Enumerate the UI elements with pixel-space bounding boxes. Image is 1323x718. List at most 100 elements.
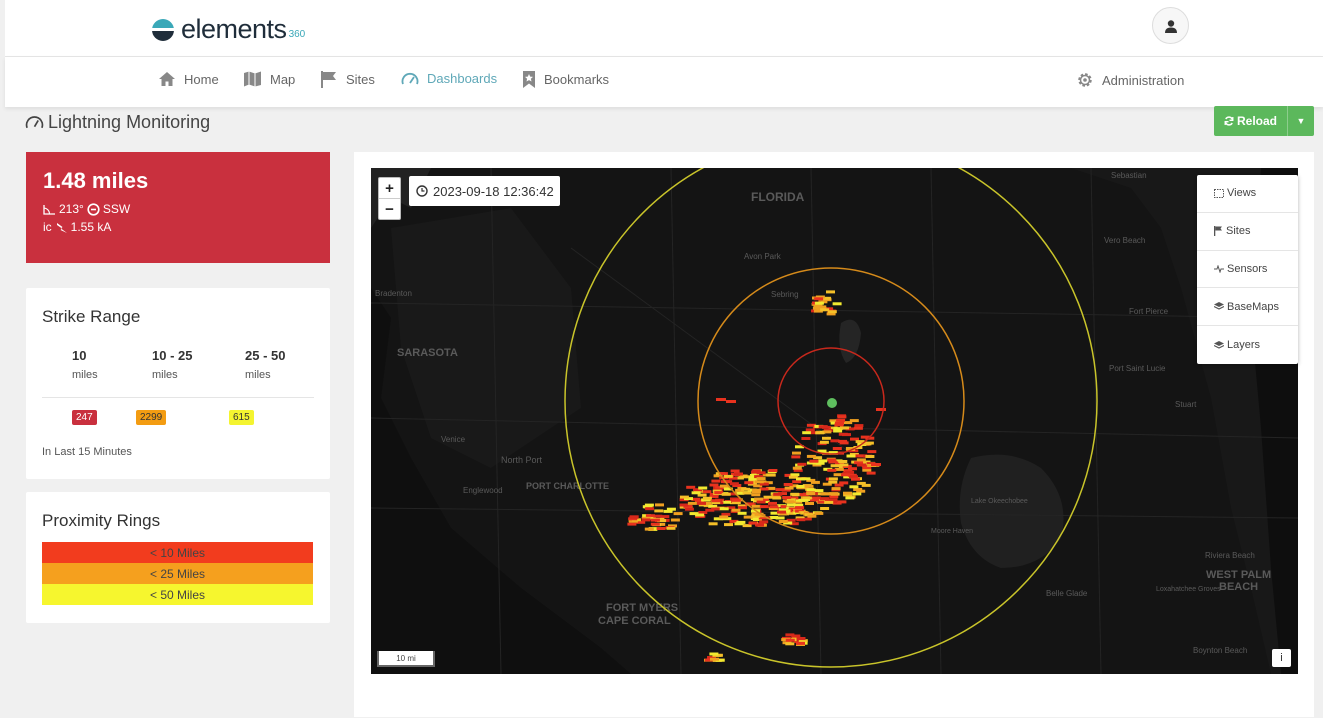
time-window-note: In Last 15 Minutes xyxy=(42,446,132,458)
nav-bookmarks[interactable]: Bookmarks xyxy=(522,71,609,88)
strike-marker xyxy=(759,520,769,524)
bookmark-icon xyxy=(523,71,535,88)
panel-views[interactable]: Views xyxy=(1197,175,1298,213)
nav-sites[interactable]: Sites xyxy=(320,71,375,88)
nav-administration-label: Administration xyxy=(1102,72,1185,88)
strike-marker xyxy=(708,522,718,526)
strike-marker xyxy=(627,522,637,526)
strike-marker xyxy=(641,518,651,522)
count-badge-25-50: 615 xyxy=(229,410,254,425)
nav-home[interactable]: Home xyxy=(158,71,219,87)
strike-marker xyxy=(679,495,689,499)
place-label: Lake Okeechobee xyxy=(971,498,1028,505)
layers-icon xyxy=(1214,340,1224,349)
strike-marker xyxy=(734,472,743,476)
strike-marker xyxy=(831,487,841,491)
map-attribution-button[interactable]: i xyxy=(1272,649,1291,667)
main-nav: Home Map Sites Dashboards Bookmarks Admi… xyxy=(5,57,1323,107)
strike-range-card: Strike Range 10 miles 10 - 25 miles 25 -… xyxy=(26,288,330,479)
panel-sensors[interactable]: Sensors xyxy=(1197,251,1298,289)
strike-marker xyxy=(828,477,838,481)
strike-marker xyxy=(807,514,817,518)
strike-marker xyxy=(801,437,811,440)
strike-marker xyxy=(756,471,766,475)
reload-button[interactable]: Reload xyxy=(1214,106,1288,136)
nav-administration[interactable]: Administration xyxy=(1076,71,1184,89)
brand-logo[interactable]: elements 360 xyxy=(152,14,305,45)
strike-marker xyxy=(822,436,831,440)
strike-marker xyxy=(731,508,741,512)
strike-marker xyxy=(729,482,739,486)
strike-marker xyxy=(778,520,788,523)
panel-sites[interactable]: Sites xyxy=(1197,213,1298,251)
brand-name: elements xyxy=(181,14,287,44)
strike-marker xyxy=(838,432,848,436)
strike-marker xyxy=(710,657,719,661)
strike-marker xyxy=(796,485,806,488)
strike-marker xyxy=(792,466,802,470)
strike-marker xyxy=(856,489,866,493)
strike-marker xyxy=(865,455,875,458)
panel-sensors-label: Sensors xyxy=(1227,262,1268,275)
strike-marker xyxy=(862,468,872,472)
strike-marker xyxy=(820,507,830,510)
strike-marker xyxy=(849,419,859,423)
strike-range-title: Strike Range xyxy=(42,307,141,326)
zoom-out-button[interactable]: − xyxy=(379,199,400,220)
panel-basemaps[interactable]: BaseMaps xyxy=(1197,288,1298,327)
gauge-icon xyxy=(25,116,44,129)
strike-marker xyxy=(796,637,806,640)
strike-marker xyxy=(846,454,856,458)
range-col-10-25: 10 - 25 miles xyxy=(152,348,192,381)
lightning-map[interactable]: FLORIDA Sebastian Avon Park Vero Beach S… xyxy=(371,168,1298,674)
place-label: Vero Beach xyxy=(1104,236,1145,245)
panel-layers-label: Layers xyxy=(1227,339,1261,352)
ring-legend-50: < 50 Miles xyxy=(42,584,313,605)
strike-marker xyxy=(840,426,849,430)
strike-distance: 1.48 miles xyxy=(43,168,149,193)
place-label: Belle Glade xyxy=(1046,589,1088,598)
strike-marker xyxy=(721,492,731,496)
strike-marker xyxy=(768,501,777,505)
nav-map[interactable]: Map xyxy=(243,71,295,87)
proximity-rings-title: Proximity Rings xyxy=(42,511,161,530)
zoom-in-button[interactable]: + xyxy=(379,178,400,199)
strike-marker xyxy=(791,455,801,459)
nav-home-label: Home xyxy=(184,71,219,87)
place-label: Port Saint Lucie xyxy=(1109,364,1166,373)
flag-icon xyxy=(1214,226,1222,237)
strike-marker xyxy=(702,490,712,494)
place-label: Sebastian xyxy=(1111,171,1147,180)
strike-marker xyxy=(806,454,816,458)
strike-marker xyxy=(711,507,721,511)
map-zoom-control: + − xyxy=(378,177,401,220)
strike-marker xyxy=(723,474,733,478)
strike-marker xyxy=(851,477,860,481)
strike-marker xyxy=(736,520,746,524)
place-label: PORT CHARLOTTE xyxy=(526,481,609,491)
strike-marker xyxy=(820,492,830,496)
strike-marker xyxy=(836,418,846,422)
strike-marker xyxy=(799,498,809,502)
site-marker[interactable] xyxy=(827,398,837,408)
strike-marker xyxy=(837,415,847,419)
nav-dashboards[interactable]: Dashboards xyxy=(401,71,497,86)
range-unit: miles xyxy=(72,369,98,381)
place-label: Englewood xyxy=(463,486,503,495)
strike-marker xyxy=(795,506,805,510)
reload-dropdown-toggle[interactable]: ▼ xyxy=(1288,116,1314,126)
strike-marker xyxy=(775,516,785,520)
strike-marker xyxy=(828,460,838,464)
ring-legend-10: < 10 Miles xyxy=(42,542,313,563)
strike-marker xyxy=(644,527,654,531)
user-avatar-button[interactable] xyxy=(1152,7,1189,44)
strike-marker xyxy=(819,440,829,444)
strike-direction: SSW xyxy=(102,202,131,216)
strike-marker xyxy=(805,428,815,432)
place-label: Boynton Beach xyxy=(1193,646,1247,655)
flag-icon xyxy=(321,71,336,88)
strike-marker xyxy=(716,398,726,401)
lightning-icon xyxy=(56,222,67,233)
panel-layers[interactable]: Layers xyxy=(1197,326,1298,364)
strike-marker xyxy=(801,477,811,481)
